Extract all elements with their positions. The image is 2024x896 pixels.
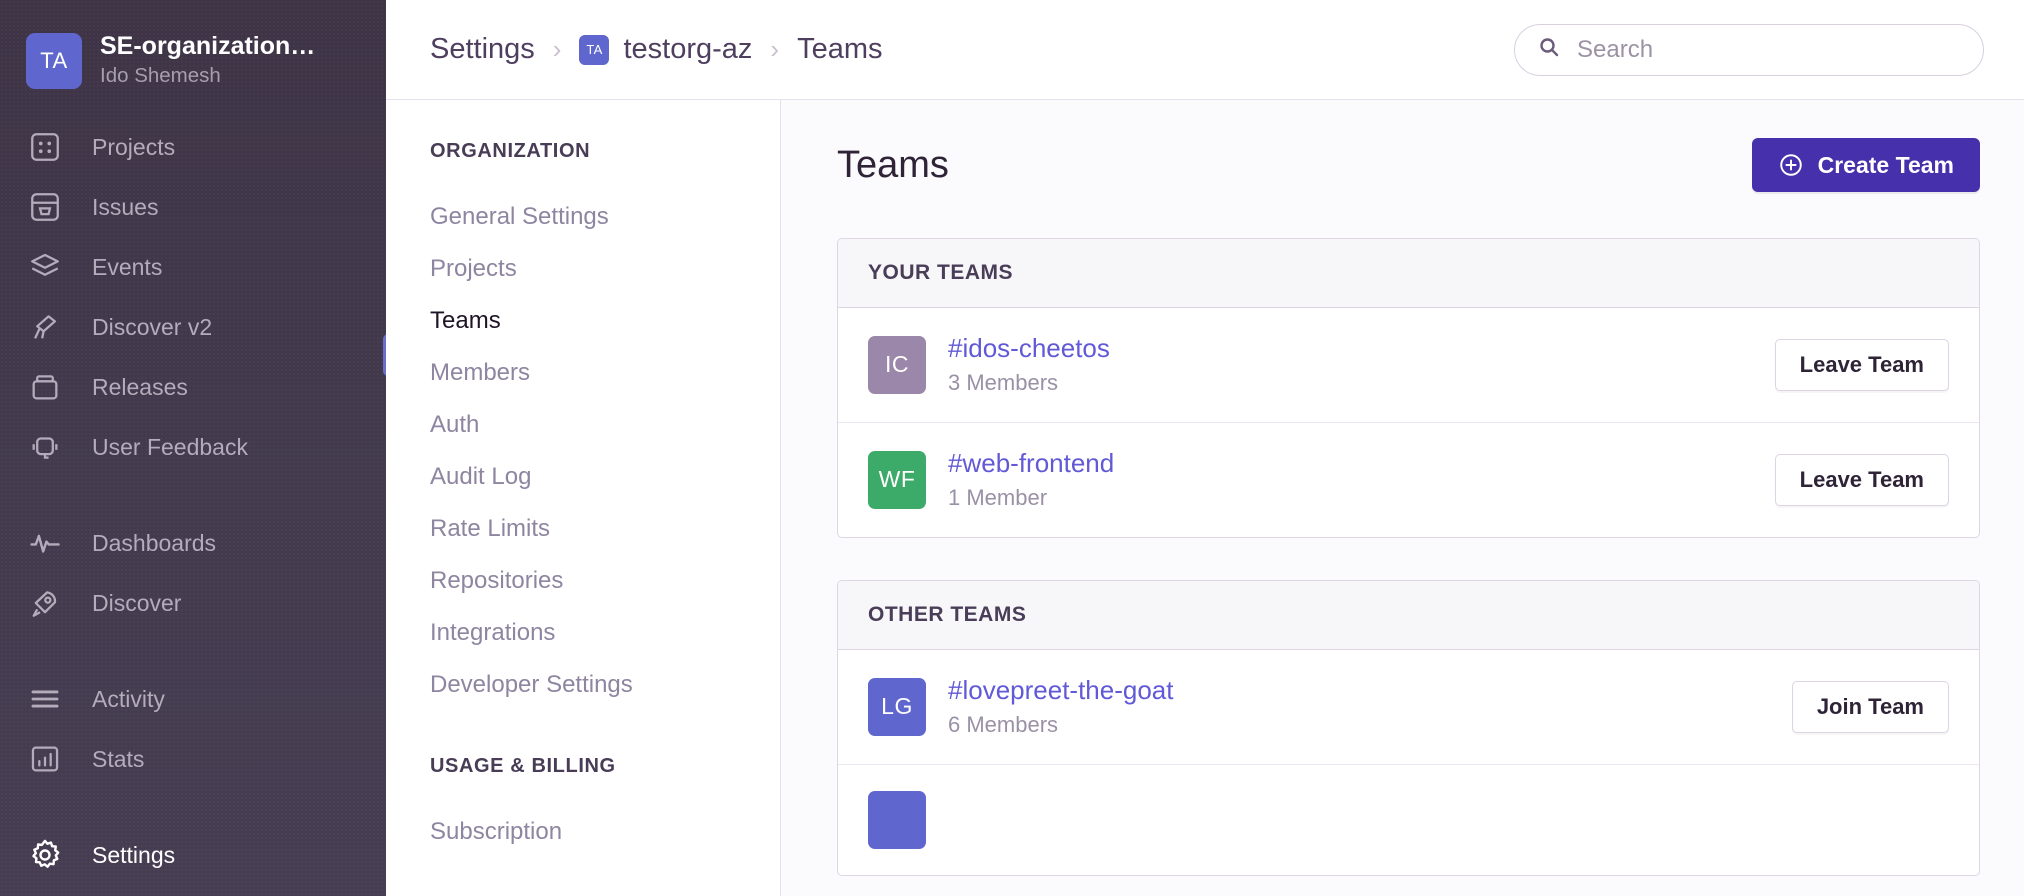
settings-nav-item-integrations[interactable]: Integrations [430,607,780,659]
search-input[interactable] [1577,36,1961,64]
create-team-label: Create Team [1818,152,1954,179]
org-badge: TA [579,35,609,65]
your-teams-panel: YOUR TEAMS IC #idos-cheetos 3 Members Le… [837,238,1980,538]
sidebar-item-label: Discover v2 [92,314,212,341]
org-name: SE-organization… [100,32,315,62]
breadcrumb-teams[interactable]: Teams [797,33,882,66]
sidebar-item-label: Stats [92,746,144,773]
sidebar-group-analytics: Dashboards Discover [0,513,386,633]
team-avatar: LG [868,678,926,736]
table-row [838,765,1979,875]
sidebar-item-issues[interactable]: Issues [0,177,386,237]
leave-team-button[interactable]: Leave Team [1775,339,1949,391]
chevron-right-icon: › [553,34,562,65]
list-icon [26,680,64,718]
top-bar: Settings › TA testorg-az › Teams [386,0,2024,100]
settings-nav: ORGANIZATION General Settings Projects T… [386,100,781,896]
settings-nav-item-projects[interactable]: Projects [430,243,780,295]
sidebar-group-activity: Activity Stats [0,669,386,789]
settings-nav-item-audit-log[interactable]: Audit Log [430,451,780,503]
org-username: Ido Shemesh [100,63,315,90]
sidebar-group-primary: Projects Issues Events Discover v2 Relea… [0,117,386,477]
sidebar-item-label: Dashboards [92,530,216,557]
table-row: LG #lovepreet-the-goat 6 Members Join Te… [838,650,1979,765]
breadcrumb-settings[interactable]: Settings [430,33,535,66]
team-member-count: 1 Member [948,485,1114,511]
content-area: Settings › TA testorg-az › Teams ORGANIZ… [386,0,2024,896]
settings-nav-item-rate-limits[interactable]: Rate Limits [430,503,780,555]
sidebar-item-settings[interactable]: Settings [0,825,386,885]
breadcrumb-organization[interactable]: TA testorg-az [579,33,752,66]
sidebar-item-discover-v2[interactable]: Discover v2 [0,297,386,357]
sidebar-group-settings: Settings [0,825,386,885]
join-team-button[interactable]: Join Team [1792,681,1949,733]
sidebar-item-label: Discover [92,590,181,617]
page-title: Teams [837,144,949,187]
team-member-count: 3 Members [948,370,1110,396]
support-icon [26,428,64,466]
sidebar-item-activity[interactable]: Activity [0,669,386,729]
main-panel: Teams Create Team YOUR TEAMS IC #idos-ch… [781,100,2024,896]
releases-icon [26,368,64,406]
telescope-icon [26,308,64,346]
sidebar-item-discover[interactable]: Discover [0,573,386,633]
settings-nav-item-developer-settings[interactable]: Developer Settings [430,659,780,711]
team-name-link[interactable]: #web-frontend [948,449,1114,479]
panel-heading: OTHER TEAMS [838,581,1979,650]
issues-icon [26,188,64,226]
table-row: WF #web-frontend 1 Member Leave Team [838,423,1979,537]
other-teams-panel: OTHER TEAMS LG #lovepreet-the-goat 6 Mem… [837,580,1980,876]
org-switcher[interactable]: TA SE-organization… Ido Shemesh [0,26,386,89]
search-box[interactable] [1514,24,1984,76]
gear-icon [26,836,64,874]
team-name-link[interactable]: #idos-cheetos [948,334,1110,364]
sidebar-item-label: User Feedback [92,434,248,461]
sidebar-item-events[interactable]: Events [0,237,386,297]
grid-icon [26,128,64,166]
settings-nav-heading-usage-billing: USAGE & BILLING [430,755,780,778]
sidebar-item-releases[interactable]: Releases [0,357,386,417]
chevron-right-icon: › [770,34,779,65]
sidebar-item-label: Events [92,254,162,281]
team-name-link[interactable]: #lovepreet-the-goat [948,676,1173,706]
org-avatar: TA [26,33,82,89]
team-avatar: IC [868,336,926,394]
settings-nav-item-general-settings[interactable]: General Settings [430,191,780,243]
active-nav-indicator [383,334,386,376]
sidebar-item-label: Settings [92,842,175,869]
settings-nav-item-teams[interactable]: Teams [430,295,780,347]
rocket-icon [26,584,64,622]
primary-sidebar: TA SE-organization… Ido Shemesh Projects… [0,0,386,896]
graph-icon [26,524,64,562]
table-row: IC #idos-cheetos 3 Members Leave Team [838,308,1979,423]
sidebar-item-label: Activity [92,686,165,713]
app-root: TA SE-organization… Ido Shemesh Projects… [0,0,2024,896]
page-header: Teams Create Team [837,138,1980,192]
sidebar-item-stats[interactable]: Stats [0,729,386,789]
settings-nav-item-subscription[interactable]: Subscription [430,806,780,858]
breadcrumb: Settings › TA testorg-az › Teams [430,33,1514,66]
panel-heading: YOUR TEAMS [838,239,1979,308]
breadcrumb-org-label: testorg-az [623,33,752,66]
settings-body: ORGANIZATION General Settings Projects T… [386,100,2024,896]
sidebar-item-dashboards[interactable]: Dashboards [0,513,386,573]
sidebar-item-user-feedback[interactable]: User Feedback [0,417,386,477]
team-member-count: 6 Members [948,712,1173,738]
settings-nav-item-members[interactable]: Members [430,347,780,399]
sidebar-item-label: Issues [92,194,158,221]
settings-nav-heading-organization: ORGANIZATION [430,140,780,163]
settings-nav-item-auth[interactable]: Auth [430,399,780,451]
create-team-button[interactable]: Create Team [1752,138,1980,192]
sidebar-item-projects[interactable]: Projects [0,117,386,177]
stats-icon [26,740,64,778]
team-avatar [868,791,926,849]
sidebar-item-label: Releases [92,374,188,401]
leave-team-button[interactable]: Leave Team [1775,454,1949,506]
plus-circle-icon [1778,152,1804,178]
search-icon [1537,35,1561,64]
settings-nav-item-repositories[interactable]: Repositories [430,555,780,607]
team-avatar: WF [868,451,926,509]
layers-icon [26,248,64,286]
sidebar-item-label: Projects [92,134,175,161]
